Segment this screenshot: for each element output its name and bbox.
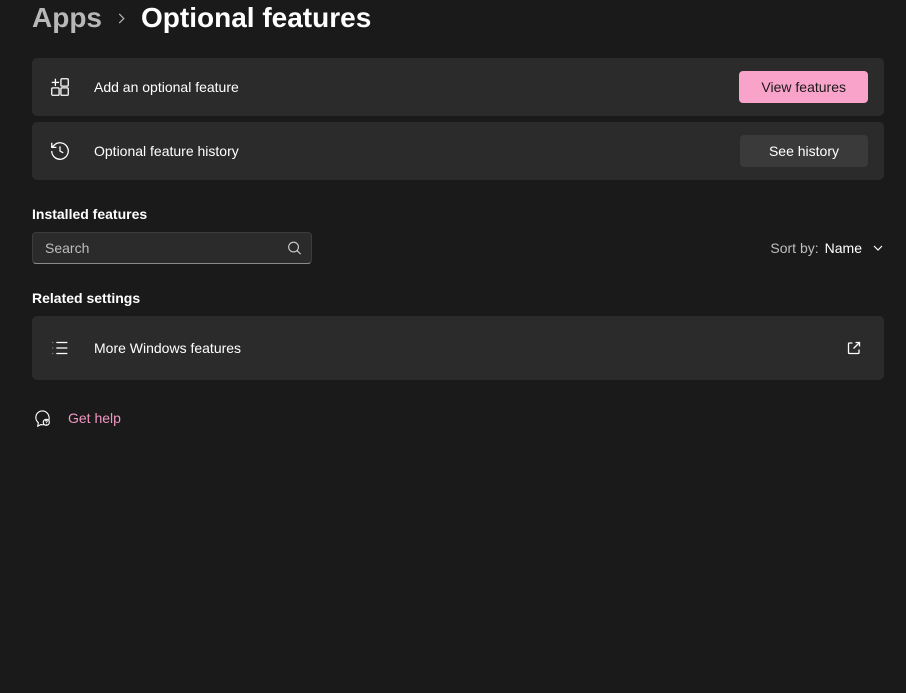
add-app-icon: [48, 75, 72, 99]
get-help-link[interactable]: Get help: [32, 408, 884, 428]
sort-value: Name: [825, 240, 862, 256]
more-windows-features-label: More Windows features: [94, 340, 846, 356]
open-external-icon: [846, 340, 862, 356]
related-settings-header: Related settings: [32, 290, 884, 306]
help-icon: [32, 408, 52, 428]
sort-label: Sort by:: [770, 240, 818, 256]
breadcrumb-previous[interactable]: Apps: [32, 2, 102, 34]
search-box: [32, 232, 312, 264]
history-icon: [48, 139, 72, 163]
breadcrumb: Apps Optional features: [32, 0, 884, 34]
sort-dropdown[interactable]: Sort by: Name: [770, 240, 884, 256]
feature-history-label: Optional feature history: [94, 143, 740, 159]
feature-history-card: Optional feature history See history: [32, 122, 884, 180]
chevron-down-icon: [872, 242, 884, 254]
get-help-label: Get help: [68, 410, 121, 426]
add-feature-label: Add an optional feature: [94, 79, 739, 95]
see-history-button[interactable]: See history: [740, 135, 868, 167]
view-features-button[interactable]: View features: [739, 71, 868, 103]
more-windows-features-link[interactable]: More Windows features: [32, 316, 884, 380]
page-title: Optional features: [141, 2, 371, 34]
installed-features-header: Installed features: [32, 206, 884, 222]
list-icon: [48, 336, 72, 360]
add-feature-card: Add an optional feature View features: [32, 58, 884, 116]
search-input[interactable]: [32, 232, 312, 264]
chevron-right-icon: [116, 13, 127, 24]
